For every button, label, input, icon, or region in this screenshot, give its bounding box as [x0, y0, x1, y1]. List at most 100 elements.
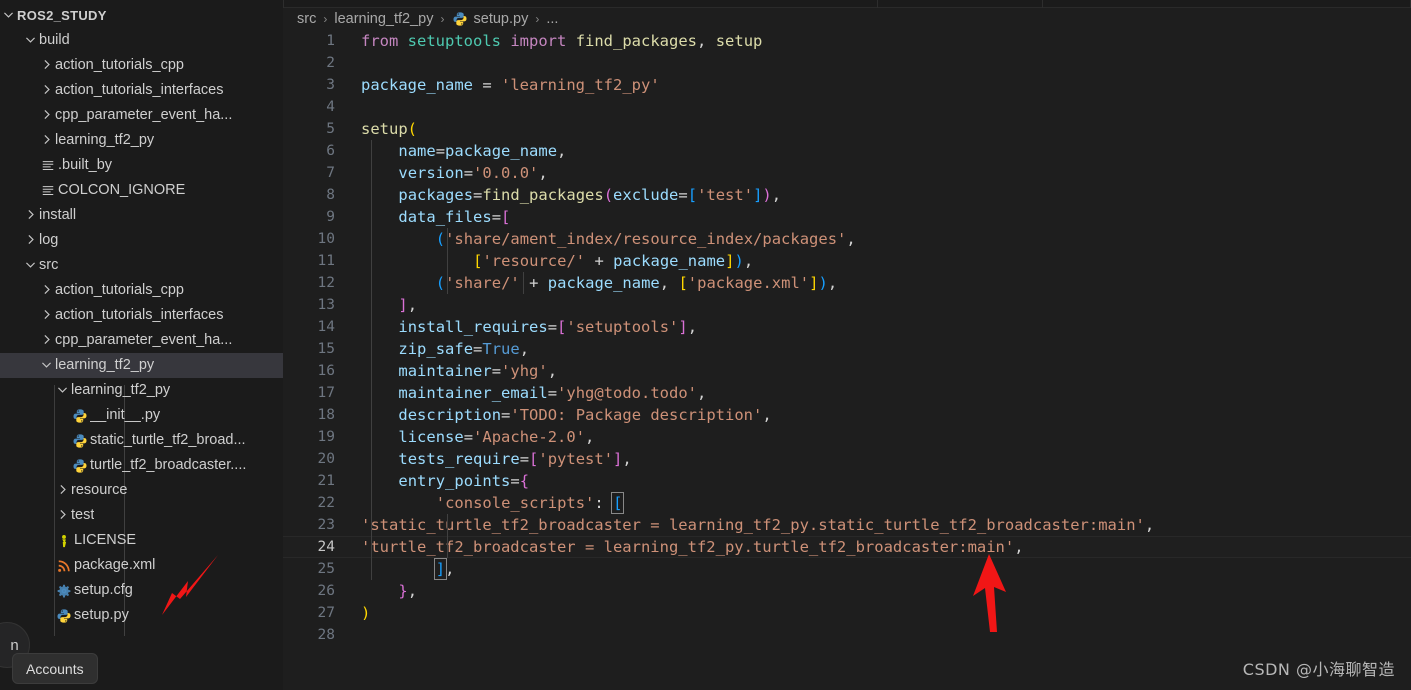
- chevron-right-icon[interactable]: [22, 208, 39, 221]
- line-content: entry_points={: [398, 472, 530, 490]
- tree-item-colcon-ignore[interactable]: COLCON_IGNORE: [0, 178, 283, 203]
- chevron-right-icon[interactable]: [38, 133, 55, 146]
- chevron-down-icon[interactable]: [54, 383, 71, 396]
- code-line[interactable]: 22 'console_scripts': [: [283, 492, 1411, 514]
- tree-item-turtle-tf2-broadcaster-[interactable]: turtle_tf2_broadcaster....: [0, 453, 283, 478]
- tree-item-package-xml[interactable]: package.xml: [0, 553, 283, 578]
- chevron-right-icon[interactable]: [38, 108, 55, 121]
- code-line[interactable]: 15 zip_safe=True,: [283, 338, 1411, 360]
- code-line[interactable]: 12 ('share/' + package_name, ['package.x…: [283, 272, 1411, 294]
- line-content: from setuptools import find_packages, se…: [361, 32, 763, 50]
- code-indent-guide: [523, 272, 524, 294]
- tree-item--init-py[interactable]: __init__.py: [0, 403, 283, 428]
- tree-item-license[interactable]: LICENSE: [0, 528, 283, 553]
- gear-config-icon: [54, 584, 74, 598]
- code-line[interactable]: 8 packages=find_packages(exclude=['test'…: [283, 184, 1411, 206]
- tree-item-action-tutorials-interfaces[interactable]: action_tutorials_interfaces: [0, 303, 283, 328]
- tree-item-static-turtle-tf2-broad-[interactable]: static_turtle_tf2_broad...: [0, 428, 283, 453]
- line-number: 21: [317, 473, 335, 489]
- code-line[interactable]: 23 'static_turtle_tf2_broadcaster = learn…: [283, 514, 1411, 536]
- code-line[interactable]: 11 ['resource/' + package_name]),: [283, 250, 1411, 272]
- line-content: description='TODO: Package description',: [398, 406, 772, 424]
- chevron-down-icon[interactable]: [38, 358, 55, 371]
- python-file-icon: [452, 11, 468, 27]
- tree-item-learning-tf2-py[interactable]: learning_tf2_py: [0, 378, 283, 403]
- chevron-right-icon[interactable]: [38, 58, 55, 71]
- code-line[interactable]: 24 'turtle_tf2_broadcaster = learning_tf2…: [283, 536, 1411, 558]
- chevron-right-icon[interactable]: [22, 233, 39, 246]
- code-line[interactable]: 7 version='0.0.0',: [283, 162, 1411, 184]
- code-line[interactable]: 17 maintainer_email='yhg@todo.todo',: [283, 382, 1411, 404]
- tree-item-setup-py[interactable]: setup.py: [0, 603, 283, 628]
- editor-tabbar[interactable]: [283, 0, 1411, 8]
- line-content: license='Apache-2.0',: [398, 428, 595, 446]
- code-line[interactable]: 16 maintainer='yhg',: [283, 360, 1411, 382]
- breadcrumb-label: src: [297, 11, 317, 27]
- tree-item-cpp-parameter-event-ha-[interactable]: cpp_parameter_event_ha...: [0, 328, 283, 353]
- tree-item-label: build: [39, 32, 70, 48]
- tree-item-setup-cfg[interactable]: setup.cfg: [0, 578, 283, 603]
- tree-root[interactable]: ROS2_STUDY: [0, 3, 283, 28]
- breadcrumb[interactable]: src › learning_tf2_py › setup.py ›...: [283, 8, 1411, 30]
- tree-item-learning-tf2-py[interactable]: learning_tf2_py: [0, 128, 283, 153]
- chevron-right-icon[interactable]: [54, 483, 71, 496]
- code-line[interactable]: 19 license='Apache-2.0',: [283, 426, 1411, 448]
- code-line[interactable]: 4: [283, 96, 1411, 118]
- tree-item-cpp-parameter-event-ha-[interactable]: cpp_parameter_event_ha...: [0, 103, 283, 128]
- tree-item-install[interactable]: install: [0, 203, 283, 228]
- chevron-right-icon[interactable]: [38, 333, 55, 346]
- tree-item--built-by[interactable]: .built_by: [0, 153, 283, 178]
- chevron-right-icon[interactable]: [38, 83, 55, 96]
- line-number: 28: [317, 627, 335, 643]
- tree-item-action-tutorials-cpp[interactable]: action_tutorials_cpp: [0, 278, 283, 303]
- code-line[interactable]: 10 ('share/ament_index/resource_index/pa…: [283, 228, 1411, 250]
- breadcrumb-part[interactable]: setup.py: [452, 11, 529, 27]
- code-line[interactable]: 9 data_files=[: [283, 206, 1411, 228]
- tree-item-label: package.xml: [74, 557, 156, 573]
- code-line[interactable]: 6 name=package_name,: [283, 140, 1411, 162]
- line-number: 4: [326, 99, 335, 115]
- tab-divider: [877, 0, 878, 8]
- chevron-right-icon[interactable]: [38, 308, 55, 321]
- tree-item-action-tutorials-interfaces[interactable]: action_tutorials_interfaces: [0, 78, 283, 103]
- code-line[interactable]: 14 install_requires=['setuptools'],: [283, 316, 1411, 338]
- breadcrumb-part[interactable]: src: [297, 11, 316, 27]
- chevron-right-icon[interactable]: [38, 283, 55, 296]
- line-number: 17: [317, 385, 335, 401]
- tree-item-learning-tf2-py[interactable]: learning_tf2_py: [0, 353, 283, 378]
- python-file-icon: [70, 433, 90, 449]
- code-line[interactable]: 18 description='TODO: Package descriptio…: [283, 404, 1411, 426]
- code-line[interactable]: 1 from setuptools import find_packages, s…: [283, 30, 1411, 52]
- breadcrumb-part[interactable]: ...: [546, 11, 558, 27]
- editor-pane[interactable]: src › learning_tf2_py › setup.py ›... 1 from s…: [283, 0, 1411, 690]
- code-line[interactable]: 3 package_name = 'learning_tf2_py': [283, 74, 1411, 96]
- tree-item-log[interactable]: log: [0, 228, 283, 253]
- code-line[interactable]: 26 },: [283, 580, 1411, 602]
- tree-item-resource[interactable]: resource: [0, 478, 283, 503]
- code-line[interactable]: 28: [283, 624, 1411, 646]
- code-line[interactable]: 13 ],: [283, 294, 1411, 316]
- breadcrumb-label: setup.py: [473, 11, 529, 27]
- chevron-down-icon[interactable]: [22, 33, 39, 46]
- tree-item-action-tutorials-cpp[interactable]: action_tutorials_cpp: [0, 53, 283, 78]
- explorer-sidebar[interactable]: ROS2_STUDY build action_tutorials_cpp actio…: [0, 0, 283, 690]
- chevron-down-icon[interactable]: [0, 8, 17, 21]
- code-line[interactable]: 21 entry_points={: [283, 470, 1411, 492]
- code-area[interactable]: 1 from setuptools import find_packages, s…: [283, 30, 1411, 646]
- file-tree[interactable]: ROS2_STUDY build action_tutorials_cpp actio…: [0, 0, 283, 628]
- chevron-right-icon[interactable]: [54, 508, 71, 521]
- code-line[interactable]: 27): [283, 602, 1411, 624]
- code-line[interactable]: 20 tests_require=['pytest'],: [283, 448, 1411, 470]
- line-content: name=package_name,: [398, 142, 567, 160]
- tree-item-label: static_turtle_tf2_broad...: [90, 432, 246, 448]
- code-line[interactable]: 25 ],: [283, 558, 1411, 580]
- tree-item-build[interactable]: build: [0, 28, 283, 53]
- breadcrumb-label: ...: [546, 11, 559, 27]
- code-line[interactable]: 2: [283, 52, 1411, 74]
- breadcrumb-part[interactable]: learning_tf2_py: [334, 11, 433, 27]
- line-number: 19: [317, 429, 335, 445]
- code-line[interactable]: 5 setup(: [283, 118, 1411, 140]
- tree-item-test[interactable]: test: [0, 503, 283, 528]
- tree-item-src[interactable]: src: [0, 253, 283, 278]
- chevron-down-icon[interactable]: [22, 258, 39, 271]
